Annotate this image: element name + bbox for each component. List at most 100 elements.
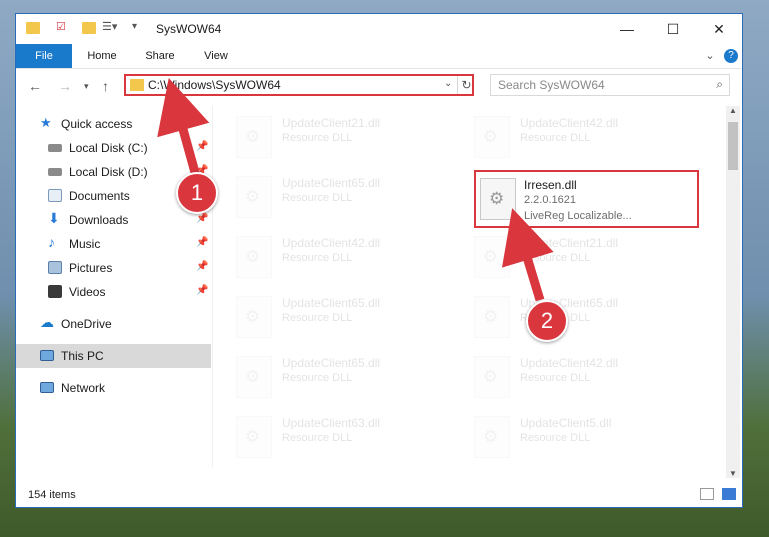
file-name: UpdateClient21.dll <box>520 236 619 250</box>
recent-locations-icon[interactable]: ▾ <box>84 81 89 92</box>
pin-icon[interactable]: 📌 <box>196 261 208 272</box>
address-bar[interactable]: C:\Windows\SysWOW64 ⌄ ↻ <box>124 74 474 96</box>
toolbar-dropdown-icon[interactable]: ▾ <box>132 21 146 33</box>
sidebar-item-label: Quick access <box>61 117 133 131</box>
callout-badge-2: 2 <box>526 300 568 342</box>
dll-file-icon <box>474 116 510 158</box>
address-path[interactable]: C:\Windows\SysWOW64 <box>148 78 281 92</box>
forward-arrow-icon[interactable]: → <box>58 78 72 94</box>
file-tile[interactable]: UpdateClient65.dll Resource DLL <box>216 350 441 408</box>
file-type: Resource DLL <box>282 312 353 324</box>
sidebar-item-quick-access[interactable]: ★ Quick access <box>16 112 211 136</box>
drive-icon <box>48 168 62 176</box>
file-tile[interactable]: UpdateClient42.dll Resource DLL <box>216 230 441 288</box>
new-folder-icon[interactable] <box>82 22 96 34</box>
computer-icon <box>40 350 54 361</box>
scroll-thumb[interactable] <box>728 122 738 170</box>
vertical-scrollbar[interactable]: ▲ ▼ <box>726 106 740 478</box>
pane-divider[interactable] <box>212 106 213 468</box>
file-name: UpdateClient5.dll <box>520 416 612 430</box>
sidebar-item-network[interactable]: Network <box>16 376 211 400</box>
sidebar-item-label: OneDrive <box>61 317 112 331</box>
sidebar-item-label: Pictures <box>69 261 113 275</box>
file-tile[interactable]: UpdateClient65.dll Resource DLL <box>216 170 441 228</box>
scroll-up-icon[interactable]: ▲ <box>726 106 740 115</box>
download-icon: ⬇ <box>48 210 60 226</box>
details-view-icon[interactable] <box>700 488 714 500</box>
pictures-icon <box>48 261 62 274</box>
file-tile[interactable]: UpdateClient42.dll Resource DLL <box>454 110 679 168</box>
dll-file-icon <box>474 416 510 458</box>
scroll-down-icon[interactable]: ▼ <box>726 469 740 478</box>
folder-icon <box>130 79 144 91</box>
dll-file-icon <box>236 416 272 458</box>
file-tile[interactable]: UpdateClient42.dll Resource DLL <box>454 350 679 408</box>
pin-icon[interactable]: 📌 <box>196 213 208 224</box>
maximize-button[interactable]: ☐ <box>650 14 696 44</box>
sidebar-item-label: Documents <box>69 189 130 203</box>
help-icon[interactable]: ? <box>724 49 738 63</box>
chevron-down-icon[interactable]: ⌄ <box>444 78 452 89</box>
file-type: Resource DLL <box>282 432 353 444</box>
pin-icon[interactable]: 📌 <box>196 237 208 248</box>
tab-view[interactable]: View <box>196 44 236 68</box>
documents-icon <box>48 189 62 202</box>
file-type: Resource DLL <box>282 372 353 384</box>
file-name: UpdateClient42.dll <box>520 356 619 370</box>
file-type: Resource DLL <box>282 252 353 264</box>
tab-share[interactable]: Share <box>140 44 180 68</box>
file-tile[interactable]: UpdateClient65.dll Resource DLL <box>216 290 441 348</box>
pin-icon[interactable]: 📌 <box>196 285 208 296</box>
minimize-button[interactable]: — <box>604 14 650 44</box>
file-name: Irresen.dll <box>524 178 577 192</box>
drive-icon <box>48 144 62 152</box>
sidebar-item-local-disk-c[interactable]: Local Disk (C:) 📌 <box>16 136 211 160</box>
expand-ribbon-icon[interactable]: ⌄ <box>702 44 718 68</box>
tab-file[interactable]: File <box>16 44 72 68</box>
dll-file-icon <box>474 236 510 278</box>
file-version: 2.2.0.1621 <box>524 194 576 206</box>
videos-icon <box>48 285 62 298</box>
dll-file-icon <box>236 116 272 158</box>
file-tile[interactable]: UpdateClient21.dll Resource DLL <box>216 110 441 168</box>
sidebar-item-downloads[interactable]: ⬇ Downloads 📌 <box>16 208 211 232</box>
search-icon[interactable]: ⌕ <box>716 77 723 92</box>
cloud-icon: ☁ <box>40 314 54 330</box>
sidebar-item-label: Local Disk (C:) <box>69 141 148 155</box>
file-name: UpdateClient63.dll <box>282 416 381 430</box>
file-type: Resource DLL <box>520 432 591 444</box>
search-placeholder: Search SysWOW64 <box>498 78 605 92</box>
customize-toolbar-icon[interactable]: ☰▾ <box>102 20 126 33</box>
sidebar-item-pictures[interactable]: Pictures 📌 <box>16 256 211 280</box>
navigation-pane: ★ Quick access Local Disk (C:) 📌 Local D… <box>16 106 211 476</box>
up-arrow-icon[interactable]: ↑ <box>102 78 109 94</box>
pin-icon[interactable]: 📌 <box>196 141 208 152</box>
dll-file-icon <box>236 176 272 218</box>
item-count: 154 items <box>28 489 76 501</box>
sidebar-item-label: Downloads <box>69 213 129 227</box>
sidebar-item-music[interactable]: ♪ Music 📌 <box>16 232 211 256</box>
search-input[interactable]: Search SysWOW64 ⌕ <box>490 74 730 96</box>
tab-home[interactable]: Home <box>82 44 122 68</box>
large-icons-view-icon[interactable] <box>722 488 736 500</box>
properties-icon[interactable]: ☑ <box>56 20 70 33</box>
sidebar-item-label: Local Disk (D:) <box>69 165 148 179</box>
file-tile-irresen[interactable]: Irresen.dll 2.2.0.1621 LiveReg Localizab… <box>474 170 699 228</box>
sidebar-item-videos[interactable]: Videos 📌 <box>16 280 211 304</box>
file-tile[interactable]: UpdateClient5.dll Resource DLL <box>454 410 679 468</box>
close-button[interactable]: ✕ <box>696 14 742 44</box>
file-type: Resource DLL <box>520 372 591 384</box>
sidebar-item-label: This PC <box>61 349 104 363</box>
file-name: UpdateClient65.dll <box>282 176 381 190</box>
file-tile[interactable]: UpdateClient21.dll Resource DLL <box>454 230 679 288</box>
star-icon: ★ <box>40 115 52 130</box>
sidebar-item-this-pc[interactable]: This PC <box>16 344 211 368</box>
refresh-icon[interactable]: ↻ <box>457 76 475 94</box>
sidebar-item-label: Network <box>61 381 106 395</box>
file-tile[interactable]: UpdateClient63.dll Resource DLL <box>216 410 441 468</box>
sidebar-item-label: Music <box>69 237 101 251</box>
file-type: Resource DLL <box>282 192 353 204</box>
back-arrow-icon[interactable]: ← <box>28 78 42 94</box>
window-title: SysWOW64 <box>156 22 222 36</box>
sidebar-item-onedrive[interactable]: ☁ OneDrive <box>16 312 211 336</box>
